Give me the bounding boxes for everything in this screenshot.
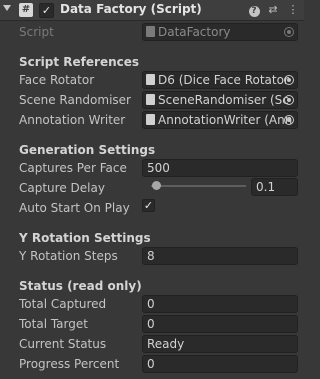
captures-per-face-input[interactable]: 500 [142,159,298,177]
scene-randomiser-field[interactable]: SceneRandomiser (Sc [142,91,298,109]
capture-delay-label: Capture Delay [19,181,105,195]
total-target-field[interactable]: 0 [142,315,298,333]
component-title: Data Factory (Script) [60,2,202,16]
scene-randomiser-label: Scene Randomiser [19,93,131,107]
face-rotator-field[interactable]: D6 (Dice Face Rotator [142,71,298,89]
section-y-rotation-settings: Y Rotation Settings [19,231,151,245]
total-captured-label: Total Captured [19,297,107,311]
script-field: DataFactory [142,23,298,41]
object-picker-icon [284,27,294,37]
y-rotation-steps-label: Y Rotation Steps [19,249,118,263]
annotation-writer-field[interactable]: AnnotationWriter (Ann [142,111,298,129]
captures-per-face-label: Captures Per Face [19,161,127,175]
object-picker-icon[interactable] [284,95,294,105]
component-header: # ✓ Data Factory (Script) ? ⇄ ⋮ [0,0,304,21]
help-icon[interactable]: ? [246,2,262,18]
script-asset-icon [146,26,155,37]
script-asset-icon [146,114,155,125]
object-picker-icon[interactable] [284,115,294,125]
component-enabled-checkbox[interactable]: ✓ [39,3,54,18]
fold-arrow-icon[interactable] [3,5,11,11]
auto-start-checkbox[interactable]: ✓ [142,199,155,212]
section-generation-settings: Generation Settings [19,143,156,157]
capture-delay-input[interactable]: 0.1 [251,178,298,196]
presets-icon[interactable]: ⇄ [265,2,281,18]
capture-delay-slider-track[interactable] [151,185,246,187]
progress-percent-label: Progress Percent [19,357,120,371]
script-asset-icon [146,94,155,105]
current-status-field[interactable]: Ready [142,335,298,353]
kebab-menu-icon[interactable]: ⋮ [285,2,301,18]
capture-delay-slider-thumb[interactable] [151,181,161,190]
section-script-references: Script References [19,55,140,69]
current-status-label: Current Status [19,337,107,351]
total-target-label: Total Target [19,317,88,331]
script-asset-icon [146,74,155,85]
auto-start-label: Auto Start On Play [19,201,130,215]
script-label: Script [19,25,54,39]
y-rotation-steps-input[interactable]: 8 [142,247,298,265]
face-rotator-label: Face Rotator [19,73,95,87]
section-status: Status (read only) [19,279,142,293]
total-captured-field[interactable]: 0 [142,295,298,313]
script-icon: # [19,3,33,17]
object-picker-icon[interactable] [284,75,294,85]
annotation-writer-label: Annotation Writer [19,113,126,127]
progress-percent-field[interactable]: 0 [142,355,298,373]
